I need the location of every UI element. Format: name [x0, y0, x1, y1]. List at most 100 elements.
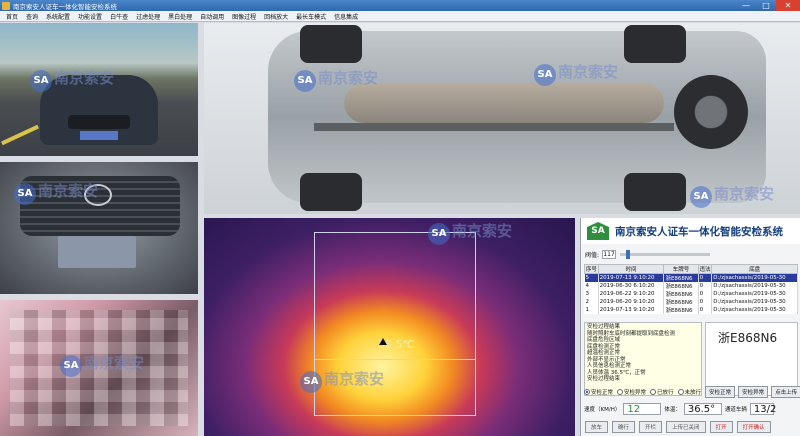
open-gate-button[interactable]: 开栏	[639, 421, 663, 433]
measurement-row: 速度（KM/H） 12 体温： 36.5° 通道车辆 13/2	[581, 401, 800, 417]
table-row[interactable]: 3 2019-06-22 9:10:20 浙E868N6 0 D:/zjsach…	[584, 290, 798, 298]
cell-violation: 0	[698, 282, 713, 290]
license-plate-blur	[80, 131, 118, 140]
column-header[interactable]: 序号	[584, 264, 599, 274]
cell-plate: 浙E868N6	[663, 282, 699, 290]
exhaust-system	[344, 83, 664, 123]
watermark: SA 南京索安	[30, 67, 114, 92]
menu-item-black-white[interactable]: 黑白处理	[164, 12, 196, 21]
cell-chassis: D:/zjsachassis/2019-05-30	[711, 273, 798, 282]
body-temp-label: 体温：	[664, 407, 681, 413]
recognized-plate: 浙E868N6	[718, 331, 778, 345]
confirm-pass-button[interactable]: 确行	[612, 421, 636, 433]
mark-normal-button[interactable]: 安检正常	[705, 386, 736, 398]
threshold-slider[interactable]	[620, 249, 711, 259]
watermark: SA 南京索安	[60, 352, 144, 377]
cell-time: 2019-06-20 9:10:20	[598, 298, 665, 306]
menu-bar: 首页 查询 系统配置 功能设置 白牛查 过虑处理 黑白处理 自动调用 图像过程 …	[0, 11, 800, 22]
menu-item-auto-call[interactable]: 自动调用	[196, 12, 228, 21]
cell-violation: 0	[698, 290, 713, 298]
vehicle-count-value: 13/2	[749, 403, 776, 415]
brand-header: SA 南京索安人证车一体化智能安检系统	[581, 218, 800, 244]
cell-chassis: D:/zjsachassis/2019-05-30	[711, 290, 798, 298]
speed-label: 速度（KM/H）	[584, 407, 621, 413]
mark-abnormal-button[interactable]: 安检异常	[738, 386, 769, 398]
thermal-camera-view: 36.5℃ SA 南京索安 SA 南京索安	[204, 218, 575, 436]
threshold-value[interactable]: 117	[602, 249, 617, 259]
front-camera-view: SA 南京索安	[0, 23, 198, 156]
table-row[interactable]: 2 2019-06-20 9:10:20 浙E868N6 0 D:/zjsach…	[584, 298, 798, 306]
table-row[interactable]: 5 2019-07-13 9:10:20 浙E868N6 0 D:/zjsach…	[584, 273, 798, 282]
cell-index: 1	[584, 306, 599, 314]
radio-released[interactable]: 已放行	[650, 388, 674, 396]
watermark: SA 南京索安	[14, 180, 98, 205]
menu-item-function-settings[interactable]: 功能设置	[74, 12, 106, 21]
cell-index: 4	[584, 282, 599, 290]
menu-item-image-process[interactable]: 图像过程	[228, 12, 260, 21]
cell-index: 5	[584, 273, 599, 282]
minimize-button[interactable]: —	[736, 0, 756, 11]
menu-item-zoom[interactable]: 回档放大	[260, 12, 292, 21]
inspection-panel: SA 南京索安人证车一体化智能安检系统 阀值: 117 序号 时间 车牌号 违法…	[580, 218, 800, 436]
undercarriage-view: SA 南京索安 SA 南京索安 SA 南京索安	[204, 23, 800, 214]
watermark: SA 南京索安	[690, 183, 774, 208]
table-header: 序号 时间 车牌号 违法 底盘	[584, 264, 798, 274]
log-line: 安检过程结束	[587, 376, 621, 382]
radio-dot-icon	[677, 389, 684, 395]
column-header[interactable]: 违法	[697, 264, 713, 274]
status-options: 安检正常 安检异常 已放行 未放行 安检正常 安检异常 点击上传	[584, 386, 800, 398]
cell-violation: 0	[698, 298, 713, 306]
column-header[interactable]: 车牌号	[663, 264, 699, 274]
vehicle-count-label: 通道车辆	[724, 407, 747, 413]
cell-time: 2019-07-13 9:10:20	[598, 273, 665, 282]
menu-item-check[interactable]: 白牛查	[106, 12, 132, 21]
brand-name: 南京索安人证车一体化智能安检系统	[615, 225, 783, 238]
watermark: SA 南京索安	[300, 368, 384, 393]
action-buttons: 放车 确行 开栏 上传已关闭 打开 打开确认	[581, 419, 800, 435]
menu-item-system-config[interactable]: 系统配置	[42, 12, 74, 21]
tire-front-left	[300, 25, 362, 63]
radio-dot-icon	[650, 389, 657, 395]
measurement-line	[314, 359, 476, 360]
release-button[interactable]: 放车	[585, 421, 609, 433]
menu-item-info-integration[interactable]: 信息集成	[330, 12, 362, 21]
cell-chassis: D:/zjsachassis/2019-05-30	[711, 298, 798, 306]
speed-value: 12	[623, 403, 662, 415]
cell-plate: 浙E868N6	[663, 290, 699, 298]
cell-time: 2019-07-13 9:10:20	[598, 306, 665, 314]
maximize-button[interactable]: □	[756, 0, 776, 11]
inspection-log: 安检过程结果 随时照射车底时刻都提取到底盘检测 底盘危险区域 底盘检测正常 超温…	[584, 322, 702, 396]
column-header[interactable]: 时间	[597, 264, 665, 274]
upload-button[interactable]: 点击上传	[771, 386, 800, 398]
radio-normal[interactable]: 安检正常	[584, 388, 613, 396]
menu-item-query[interactable]: 查询	[22, 12, 42, 21]
cell-chassis: D:/zjsachassis/2019-05-30	[711, 306, 798, 314]
open-button[interactable]: 打开	[709, 421, 733, 433]
spare-tire	[674, 75, 748, 149]
watermark: SA 南京索安	[428, 220, 512, 245]
menu-item-long-vehicle[interactable]: 最长车模式	[292, 12, 330, 21]
table-row[interactable]: 1 2019-07-13 9:10:20 浙E868N6 0 D:/zjsach…	[584, 306, 798, 314]
upload-closed-button[interactable]: 上传已关闭	[666, 421, 706, 433]
cell-chassis: D:/zjsachassis/2019-05-30	[711, 282, 798, 290]
measurement-cursor-icon	[379, 338, 387, 345]
table-row[interactable]: 4 2019-06-30 6:10:20 浙E868N6 0 D:/zjsach…	[584, 282, 798, 290]
app-icon	[2, 1, 10, 10]
radio-dot-icon	[617, 389, 624, 395]
cell-time: 2019-06-30 6:10:20	[598, 282, 665, 290]
plate-result-panel: 浙E868N6	[705, 322, 798, 396]
column-header[interactable]: 底盘	[711, 264, 798, 274]
window-title: 南京索安人证车一体化智能安检系统	[13, 2, 117, 11]
cell-plate: 浙E868N6	[663, 306, 699, 314]
radio-not-released[interactable]: 未放行	[677, 388, 701, 396]
record-table: 序号 时间 车牌号 违法 底盘 5 2019-07-13 9:10:20 浙E8…	[584, 264, 798, 314]
menu-item-filter[interactable]: 过虑处理	[132, 12, 164, 21]
company-logo: SA	[587, 222, 609, 240]
close-button[interactable]: ✕	[776, 0, 800, 11]
menu-item-home[interactable]: 首页	[2, 12, 22, 21]
radio-abnormal[interactable]: 安检异常	[617, 388, 646, 396]
title-bar: 南京索安人证车一体化智能安检系统 — □ ✕	[0, 0, 800, 11]
tire-front-right	[300, 173, 362, 211]
cell-plate: 浙E868N6	[663, 273, 699, 282]
open-confirm-button[interactable]: 打开确认	[736, 421, 771, 433]
